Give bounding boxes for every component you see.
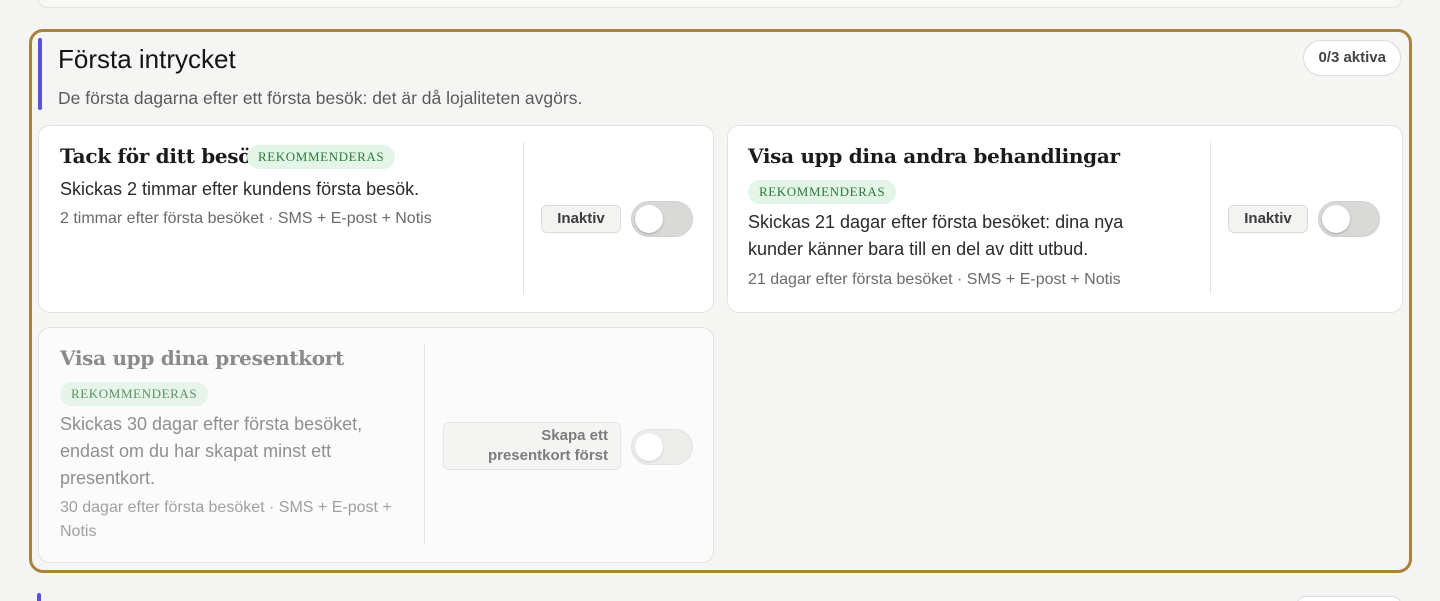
card-divider xyxy=(424,344,425,544)
card-meta: 21 dagar efter första besöket · SMS + E-… xyxy=(748,271,1121,288)
card-description: Skickas 30 dagar efter första besöket, e… xyxy=(60,414,363,488)
section-subtitle: De första dagarna efter ett första besök… xyxy=(58,88,583,108)
create-gift-card-first-chip: Skapa ett presentkort först xyxy=(443,422,621,470)
toggle-knob xyxy=(635,205,663,233)
automation-card-other-treatments: Visa upp dina andra behandlingar REKOMME… xyxy=(727,125,1403,313)
recommended-badge: REKOMMENDERAS xyxy=(60,382,209,406)
card-meta: 30 dagar efter första besöket · SMS + E-… xyxy=(60,499,392,540)
toggle-knob xyxy=(635,433,663,461)
card-divider xyxy=(1210,142,1211,294)
recommended-badge: REKOMMENDERAS xyxy=(247,145,396,169)
card-title: Visa upp dina presentkort xyxy=(60,346,344,370)
previous-section-card xyxy=(38,0,1402,8)
card-divider xyxy=(523,142,524,294)
activation-toggle[interactable] xyxy=(631,201,693,237)
next-section-count-badge xyxy=(1296,596,1402,601)
status-chip: Inaktiv xyxy=(541,205,621,233)
card-title: Tack för ditt besök! xyxy=(60,144,274,168)
section-accent-bar xyxy=(38,38,42,110)
automation-card-thank-you: Tack för ditt besök! REKOMMENDERAS Skick… xyxy=(38,125,714,313)
section-title: Första intrycket xyxy=(58,44,236,74)
next-section-accent-bar xyxy=(37,593,41,601)
section-first-impression: Första intrycket De första dagarna efter… xyxy=(29,29,1412,573)
card-description: Skickas 21 dagar efter första besöket: d… xyxy=(748,212,1124,259)
status-chip: Inaktiv xyxy=(1228,205,1308,233)
active-count-badge: 0/3 aktiva xyxy=(1303,40,1401,76)
activation-toggle[interactable] xyxy=(1318,201,1380,237)
card-meta: 2 timmar efter första besöket · SMS + E-… xyxy=(60,210,432,227)
toggle-knob xyxy=(1322,205,1350,233)
activation-toggle-disabled xyxy=(631,429,693,465)
recommended-badge: REKOMMENDERAS xyxy=(748,180,897,204)
automation-card-gift-cards: Visa upp dina presentkort REKOMMENDERAS … xyxy=(38,327,714,563)
card-description: Skickas 2 timmar efter kundens första be… xyxy=(60,179,420,199)
card-title: Visa upp dina andra behandlingar xyxy=(748,144,1120,168)
